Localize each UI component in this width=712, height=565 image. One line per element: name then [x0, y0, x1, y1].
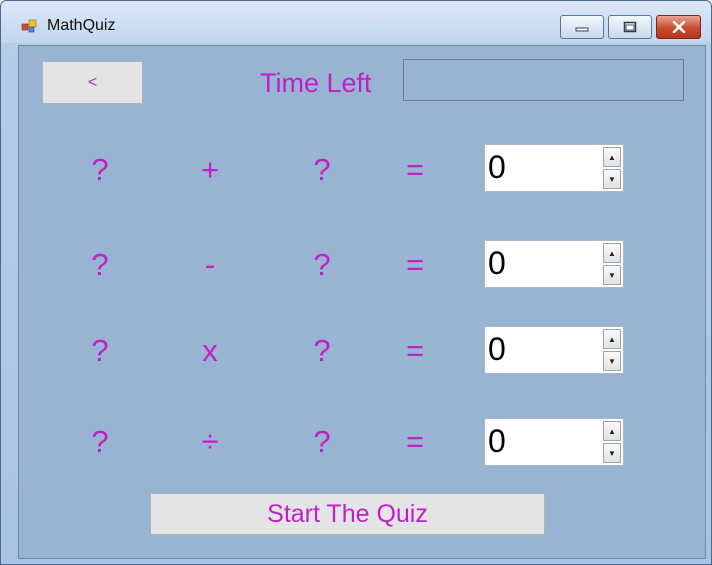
maximize-icon: [623, 21, 637, 33]
back-button[interactable]: <: [42, 61, 143, 104]
problem-left-operand: ?: [91, 152, 109, 187]
problem-right-operand: ?: [313, 333, 331, 368]
answer-stepper-sum[interactable]: 0 ▲ ▼: [484, 144, 624, 192]
problem-left-operand: ?: [91, 424, 109, 459]
answer-value[interactable]: 0: [488, 245, 506, 282]
time-left-label: Time Left: [260, 68, 372, 98]
minimize-button[interactable]: [560, 15, 604, 39]
minimize-icon: [575, 27, 589, 32]
spin-up-icon[interactable]: ▲: [603, 243, 621, 263]
spin-up-icon[interactable]: ▲: [603, 329, 621, 349]
spin-down-icon[interactable]: ▼: [603, 265, 621, 285]
start-quiz-button[interactable]: Start The Quiz: [150, 493, 545, 535]
problem-equals: =: [405, 424, 425, 459]
answer-stepper-product[interactable]: 0 ▲ ▼: [484, 326, 624, 374]
window-title: MathQuiz: [47, 17, 116, 34]
app-icon: [21, 19, 37, 33]
problem-right-operand: ?: [313, 247, 331, 282]
problem-left-operand: ?: [91, 333, 109, 368]
problem-left-operand: ?: [91, 247, 109, 282]
title-bar[interactable]: MathQuiz: [1, 1, 711, 43]
spin-down-icon[interactable]: ▼: [603, 443, 621, 463]
spin-up-icon[interactable]: ▲: [603, 421, 621, 441]
spin-down-icon[interactable]: ▼: [603, 169, 621, 189]
problem-operator-times: x: [202, 333, 218, 368]
close-icon: [672, 21, 685, 33]
answer-value[interactable]: 0: [488, 331, 506, 368]
time-left-display: [403, 59, 684, 101]
problem-right-operand: ?: [313, 152, 331, 187]
close-button[interactable]: [656, 15, 701, 39]
problem-operator-divide: ÷: [201, 424, 219, 459]
problem-right-operand: ?: [313, 424, 331, 459]
problem-equals: =: [405, 333, 425, 368]
problem-equals: =: [405, 152, 425, 187]
answer-stepper-quotient[interactable]: 0 ▲ ▼: [484, 418, 624, 466]
spin-up-icon[interactable]: ▲: [603, 147, 621, 167]
answer-value[interactable]: 0: [488, 149, 506, 186]
problem-equals: =: [405, 247, 425, 282]
answer-stepper-difference[interactable]: 0 ▲ ▼: [484, 240, 624, 288]
spin-down-icon[interactable]: ▼: [603, 351, 621, 371]
problem-operator-minus: -: [204, 247, 216, 282]
problem-operator-plus: +: [200, 152, 220, 187]
form-client-area: [18, 45, 706, 559]
maximize-button[interactable]: [608, 15, 652, 39]
answer-value[interactable]: 0: [488, 423, 506, 460]
